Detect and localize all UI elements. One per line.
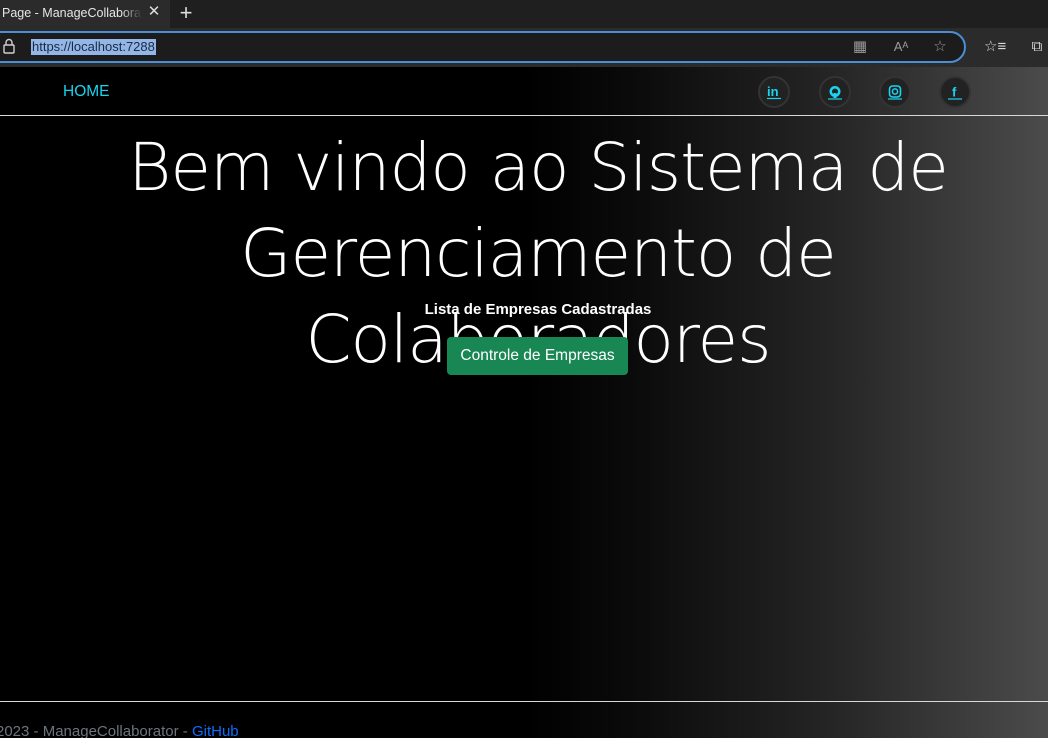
app-available-icon[interactable]: ▦ <box>851 38 869 56</box>
url-text[interactable]: https://localhost:7288 <box>31 39 156 55</box>
new-tab-icon[interactable]: + <box>176 2 196 24</box>
footer: 2023 - ManageCollaborator - GitHub <box>0 723 239 738</box>
page-title-line-1: Bem vindo ao Sistema de <box>128 129 949 206</box>
favorite-star-icon[interactable]: ☆ <box>931 38 949 56</box>
company-control-button[interactable]: Controle de Empresas <box>447 337 628 375</box>
github-icon <box>828 86 842 100</box>
companies-list-subtitle: Lista de Empresas Cadastradas <box>424 301 652 318</box>
site-navbar: HOME in f <box>0 67 1048 116</box>
instagram-icon <box>888 85 902 100</box>
footer-text: 2023 - ManageCollaborator - <box>0 723 192 738</box>
collections-icon[interactable]: ⧉ <box>1028 38 1046 56</box>
nav-home-link[interactable]: HOME <box>63 83 110 101</box>
svg-text:in: in <box>767 84 779 99</box>
address-bar-area <box>0 28 1048 67</box>
linkedin-link[interactable]: in <box>758 76 790 108</box>
read-aloud-icon[interactable]: Aᴬ <box>892 38 910 56</box>
svg-text:f: f <box>952 85 957 100</box>
facebook-link[interactable]: f <box>939 76 971 108</box>
browser-tab[interactable]: Page - ManageCollaborator ✕ <box>0 0 170 28</box>
github-footer-link[interactable]: GitHub <box>192 723 239 738</box>
tab-title: Page - ManageCollaborator <box>2 6 142 20</box>
favorites-list-icon[interactable]: ☆≡ <box>984 38 1006 56</box>
github-link[interactable] <box>819 76 851 108</box>
linkedin-icon: in <box>767 84 781 100</box>
close-tab-icon[interactable]: ✕ <box>147 4 161 20</box>
page-content: HOME in f Bem vindo ao Sistema de Gerenc… <box>0 67 1048 738</box>
lock-icon[interactable] <box>2 38 16 54</box>
browser-tab-strip: Page - ManageCollaborator ✕ + <box>0 0 1048 28</box>
instagram-link[interactable] <box>879 76 911 108</box>
footer-divider <box>0 701 1048 702</box>
facebook-icon: f <box>948 85 962 100</box>
